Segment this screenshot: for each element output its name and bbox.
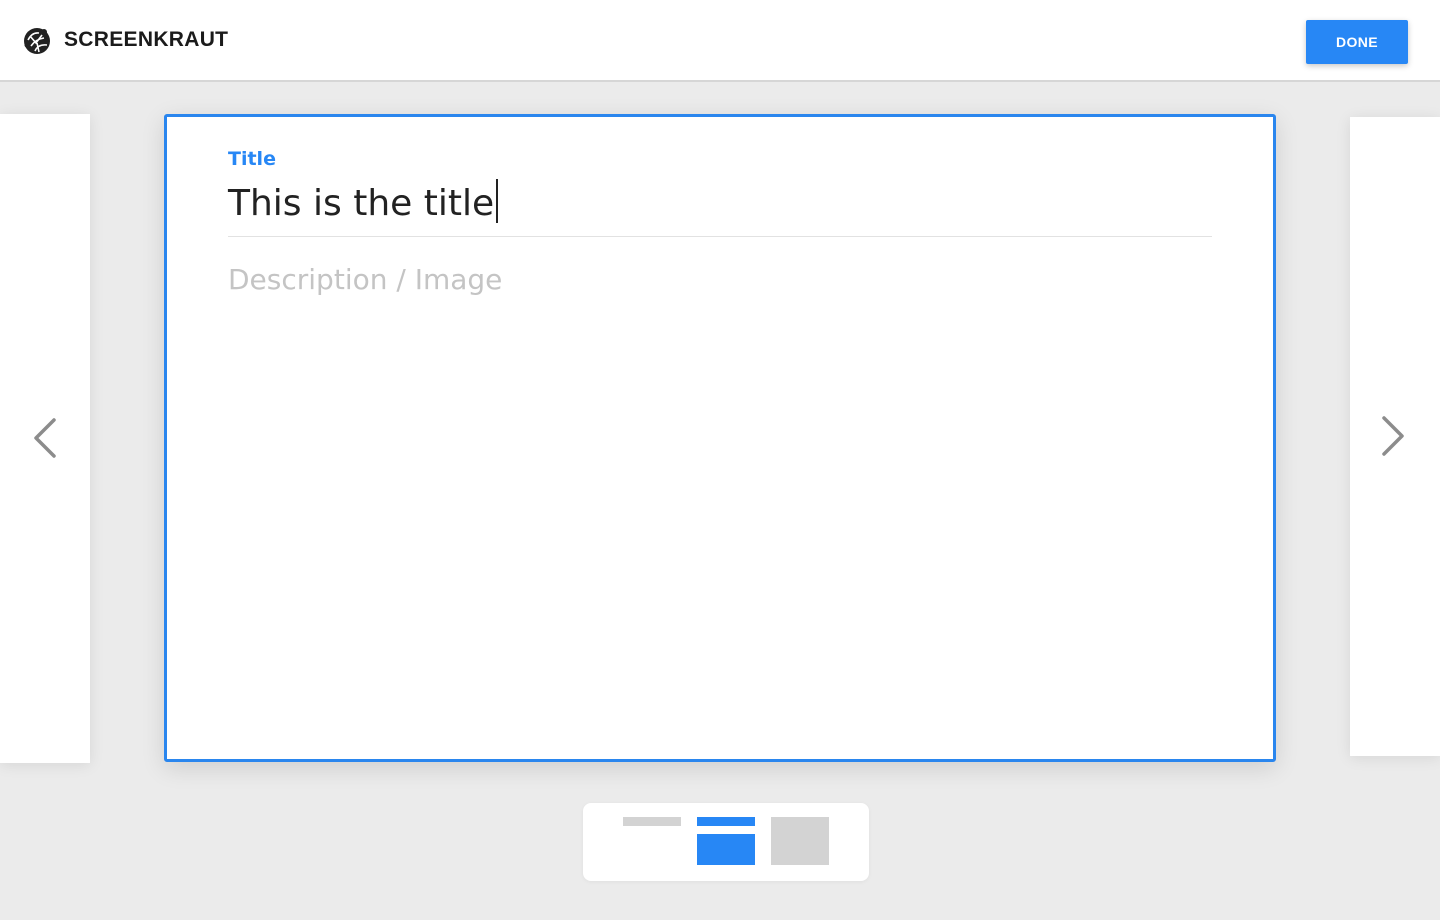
slide-card[interactable]: Title This is the title Description / Im… [164,114,1276,762]
title-only-layout-icon[interactable] [623,817,681,865]
app-header: SCREENKRAUT DONE [0,0,1440,82]
text-caret [496,179,498,223]
layout-content-block [697,834,755,865]
layout-switcher [583,803,869,881]
layout-title-bar [623,817,681,826]
screenkraut-logo-icon [24,28,50,54]
title-label: Title [228,148,276,170]
title-and-content-layout-icon[interactable] [697,817,755,865]
app-name: SCREENKRAUT [64,28,229,51]
chevron-left-icon[interactable] [28,408,68,468]
title-input[interactable]: This is the title [228,173,1212,237]
chevron-right-icon[interactable] [1374,406,1414,466]
layout-title-bar [697,817,755,826]
layout-image-block [771,817,829,865]
title-value: This is the title [228,183,495,224]
description-placeholder: Description / Image [228,263,503,296]
image-only-layout-icon[interactable] [771,817,829,865]
description-image-field[interactable]: Description / Image [228,263,1212,723]
done-button[interactable]: DONE [1306,20,1408,64]
